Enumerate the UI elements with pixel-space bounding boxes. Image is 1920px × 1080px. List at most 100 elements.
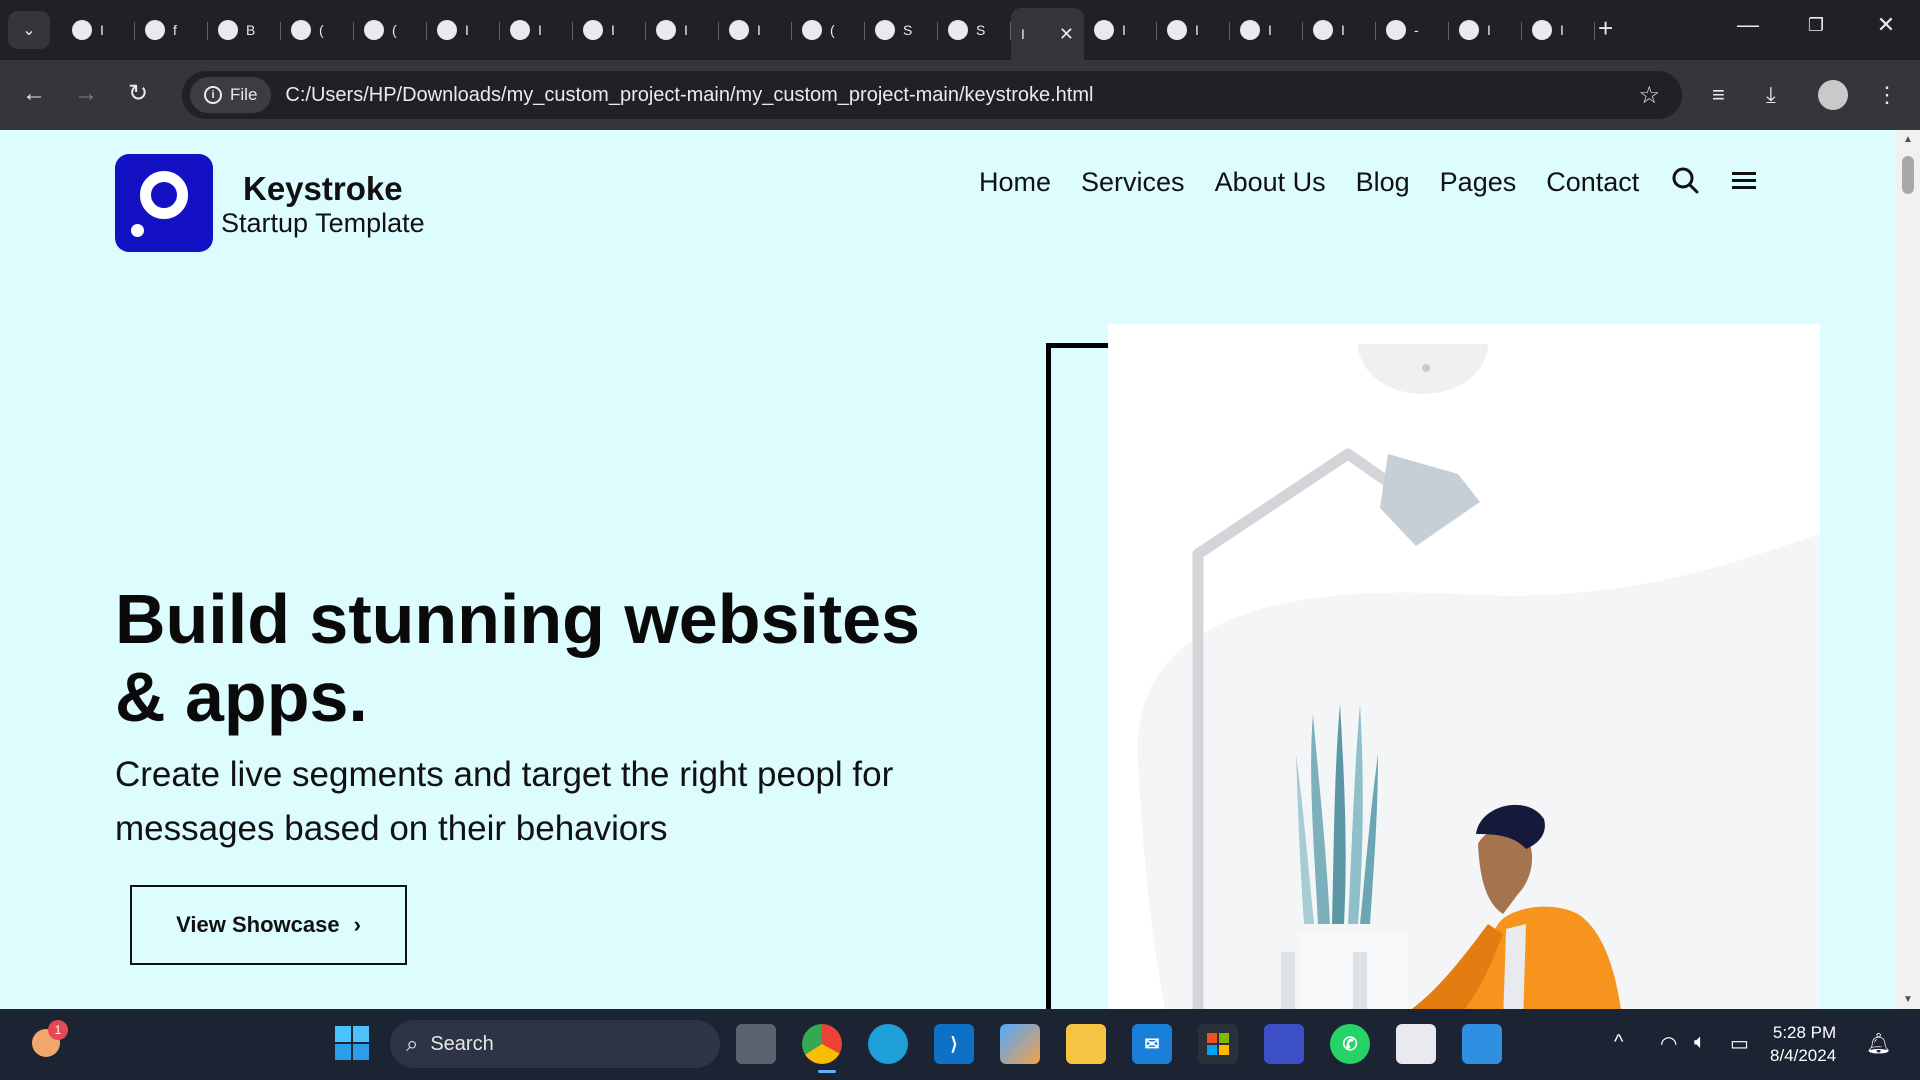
- reload-button[interactable]: ↻: [128, 80, 148, 108]
- chrome-icon: [729, 20, 749, 40]
- page-viewport: Keystroke Startup Template Home Services…: [0, 130, 1896, 1009]
- tab[interactable]: S: [865, 8, 938, 52]
- hamburger-menu-icon[interactable]: [1731, 169, 1757, 196]
- reading-list-icon[interactable]: ≡: [1712, 82, 1725, 108]
- new-tab-button[interactable]: +: [1598, 14, 1613, 42]
- tab[interactable]: I: [719, 8, 792, 52]
- browser-toolbar: ← → ↻ i File C:/Users/HP/Downloads/my_cu…: [0, 60, 1920, 130]
- bing-app-icon[interactable]: [1264, 1024, 1304, 1064]
- wifi-icon[interactable]: ◠: [1660, 1031, 1677, 1056]
- download-icon[interactable]: ⤓: [1766, 82, 1776, 108]
- minimize-button[interactable]: —: [1728, 12, 1768, 38]
- site-info-chip[interactable]: i File: [190, 77, 272, 113]
- system-clock[interactable]: 5:28 PM 8/4/2024: [1770, 1021, 1836, 1067]
- nav-blog[interactable]: Blog: [1356, 167, 1410, 198]
- globe-icon: [948, 20, 968, 40]
- task-view-icon[interactable]: [736, 1024, 776, 1064]
- tab-label: I: [538, 22, 542, 38]
- view-showcase-button[interactable]: View Showcase ›: [130, 885, 407, 965]
- globe-icon: [1167, 20, 1187, 40]
- tab-label: I: [611, 22, 615, 38]
- battery-icon[interactable]: ▭: [1730, 1031, 1749, 1056]
- brand-tagline: Startup Template: [221, 208, 425, 238]
- volume-icon[interactable]: 🔈︎: [1694, 1031, 1706, 1054]
- decorative-frame: [1046, 343, 1108, 1009]
- page-scrollbar[interactable]: ▲ ▼: [1896, 130, 1920, 1009]
- restore-button[interactable]: ❐: [1796, 15, 1836, 36]
- github-icon: [364, 20, 384, 40]
- vscode-icon[interactable]: ⟩: [934, 1024, 974, 1064]
- globe-icon: [1459, 20, 1479, 40]
- globe-icon: [1532, 20, 1552, 40]
- tab-label: I: [1122, 22, 1126, 38]
- active-indicator: [818, 1070, 836, 1073]
- tab[interactable]: (: [792, 8, 865, 52]
- taskbar-search[interactable]: ⌕ Search: [390, 1020, 720, 1068]
- tab[interactable]: B: [208, 8, 281, 52]
- forward-button[interactable]: →: [74, 80, 98, 108]
- mail-icon[interactable]: ✉: [1132, 1024, 1172, 1064]
- scroll-down-icon[interactable]: ▼: [1903, 994, 1913, 1005]
- tab[interactable]: S: [938, 8, 1011, 52]
- globe-icon: [875, 20, 895, 40]
- tab[interactable]: I: [1084, 8, 1157, 52]
- hero-subtitle: Create live segments and target the righ…: [115, 755, 894, 848]
- chrome-icon[interactable]: [802, 1024, 842, 1064]
- tab-label: (: [830, 22, 835, 38]
- globe-icon: [1094, 20, 1114, 40]
- search-icon[interactable]: [1671, 166, 1699, 199]
- nav-contact[interactable]: Contact: [1546, 167, 1639, 198]
- globe-icon: [1313, 20, 1333, 40]
- close-window-button[interactable]: ✕: [1866, 12, 1906, 38]
- tab[interactable]: (: [354, 8, 427, 52]
- copilot-icon[interactable]: [1000, 1024, 1040, 1064]
- photos-icon[interactable]: [1462, 1024, 1502, 1064]
- tab[interactable]: (: [281, 8, 354, 52]
- globe-icon: [656, 20, 676, 40]
- whatsapp-icon[interactable]: ✆: [1330, 1024, 1370, 1064]
- cube-icon: [510, 20, 530, 40]
- scheme-label: File: [230, 85, 258, 104]
- scroll-up-icon[interactable]: ▲: [1903, 134, 1913, 145]
- nav-home[interactable]: Home: [979, 167, 1051, 198]
- tab[interactable]: I: [646, 8, 719, 52]
- tab-active[interactable]: I ✕: [1011, 8, 1084, 60]
- nav-services[interactable]: Services: [1081, 167, 1185, 198]
- tab-label: I: [1021, 26, 1025, 42]
- nav-about-us[interactable]: About Us: [1215, 167, 1326, 198]
- tab[interactable]: I: [1303, 8, 1376, 52]
- tab[interactable]: I: [62, 8, 135, 52]
- tab[interactable]: f: [135, 8, 208, 52]
- tab[interactable]: I: [1522, 8, 1595, 52]
- tab[interactable]: I: [573, 8, 646, 52]
- tab-label: I: [1487, 22, 1491, 38]
- bookmark-star-icon[interactable]: ☆: [1638, 81, 1660, 110]
- scrollbar-thumb[interactable]: [1902, 156, 1914, 194]
- tab-label: I: [757, 22, 761, 38]
- menu-kebab-icon[interactable]: ⋮: [1876, 82, 1898, 108]
- file-explorer-icon[interactable]: [1066, 1024, 1106, 1064]
- store-icon[interactable]: [1198, 1024, 1238, 1064]
- notification-bell-icon[interactable]: 🔔︎: [1866, 1031, 1891, 1056]
- tab[interactable]: I: [1157, 8, 1230, 52]
- edge-icon[interactable]: [868, 1024, 908, 1064]
- tab[interactable]: I: [1449, 8, 1522, 52]
- show-hidden-icons-icon[interactable]: ^: [1614, 1031, 1623, 1054]
- back-button[interactable]: ←: [22, 80, 46, 108]
- tab-search-button[interactable]: ⌄: [8, 11, 50, 49]
- address-bar[interactable]: i File C:/Users/HP/Downloads/my_custom_p…: [182, 71, 1682, 119]
- brand-logo: [115, 154, 213, 252]
- profile-avatar[interactable]: [1818, 80, 1848, 110]
- tab[interactable]: -: [1376, 8, 1449, 52]
- close-tab-icon[interactable]: ✕: [1059, 24, 1074, 45]
- tab-label: I: [100, 22, 104, 38]
- windows-start-icon[interactable]: [334, 1025, 370, 1066]
- tab[interactable]: I: [500, 8, 573, 52]
- chrome-icon: [583, 20, 603, 40]
- brand[interactable]: Keystroke Startup Template: [115, 154, 425, 252]
- cta-label: View Showcase: [176, 912, 340, 937]
- snipping-tool-icon[interactable]: [1396, 1024, 1436, 1064]
- tab[interactable]: I: [427, 8, 500, 52]
- nav-pages[interactable]: Pages: [1440, 167, 1517, 198]
- tab[interactable]: I: [1230, 8, 1303, 52]
